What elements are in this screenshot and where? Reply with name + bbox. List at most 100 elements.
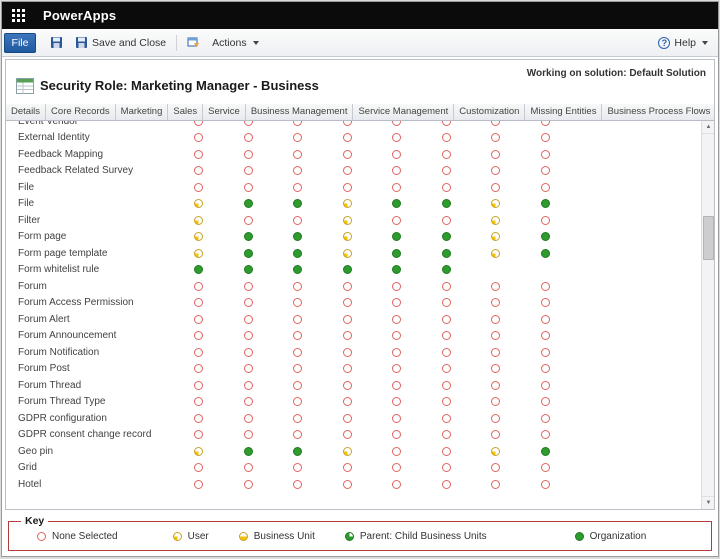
permission-circle-user[interactable] <box>342 215 352 225</box>
permission-circle-none[interactable] <box>441 298 451 308</box>
permission-circle-none[interactable] <box>491 430 501 440</box>
permission-circle-none[interactable] <box>293 133 303 143</box>
tab-service[interactable]: Service <box>203 104 246 120</box>
permission-circle-none[interactable] <box>194 479 204 489</box>
tab-details[interactable]: Details <box>6 104 47 120</box>
permission-circle-organization[interactable] <box>540 446 550 456</box>
permission-circle-none[interactable] <box>392 215 402 225</box>
permission-circle-none[interactable] <box>540 121 550 126</box>
permission-circle-none[interactable] <box>293 182 303 192</box>
permission-circle-none[interactable] <box>441 215 451 225</box>
permission-circle-none[interactable] <box>243 463 253 473</box>
permission-circle-none[interactable] <box>392 380 402 390</box>
permission-circle-none[interactable] <box>392 149 402 159</box>
tab-service-management[interactable]: Service Management <box>353 104 455 120</box>
permission-circle-none[interactable] <box>293 397 303 407</box>
permission-circle-none[interactable] <box>293 413 303 423</box>
permission-circle-none[interactable] <box>293 380 303 390</box>
tab-business-process-flows[interactable]: Business Process Flows <box>602 104 714 120</box>
permission-circle-none[interactable] <box>392 121 402 126</box>
permission-circle-none[interactable] <box>243 331 253 341</box>
permission-circle-none[interactable] <box>491 149 501 159</box>
file-button[interactable]: File <box>4 32 36 53</box>
permission-circle-none[interactable] <box>441 314 451 324</box>
permission-circle-none[interactable] <box>342 121 352 126</box>
permission-circle-none[interactable] <box>441 121 451 126</box>
permission-circle-none[interactable] <box>392 413 402 423</box>
permission-circle-none[interactable] <box>491 347 501 357</box>
permission-circle-none[interactable] <box>194 298 204 308</box>
permission-circle-none[interactable] <box>392 347 402 357</box>
permission-circle-none[interactable] <box>342 364 352 374</box>
permission-circle-none[interactable] <box>342 413 352 423</box>
permission-circle-none[interactable] <box>293 166 303 176</box>
permission-circle-none[interactable] <box>243 149 253 159</box>
permission-circle-none[interactable] <box>194 380 204 390</box>
permission-circle-none[interactable] <box>194 281 204 291</box>
permission-circle-user[interactable] <box>194 232 204 242</box>
permission-circle-none[interactable] <box>441 281 451 291</box>
permission-circle-none[interactable] <box>342 149 352 159</box>
permission-circle-none[interactable] <box>540 479 550 489</box>
permission-circle-none[interactable] <box>293 430 303 440</box>
permission-circle-user[interactable] <box>491 215 501 225</box>
permission-circle-none[interactable] <box>194 364 204 374</box>
permission-circle-none[interactable] <box>243 314 253 324</box>
tab-sales[interactable]: Sales <box>168 104 204 120</box>
permission-circle-none[interactable] <box>243 298 253 308</box>
permission-circle-none[interactable] <box>441 331 451 341</box>
permission-circle-none[interactable] <box>243 364 253 374</box>
scrollbar-thumb[interactable] <box>703 216 714 260</box>
permission-circle-none[interactable] <box>342 298 352 308</box>
permission-circle-organization[interactable] <box>441 265 451 275</box>
permission-circle-none[interactable] <box>243 380 253 390</box>
permission-circle-organization[interactable] <box>441 248 451 258</box>
permission-circle-none[interactable] <box>342 347 352 357</box>
permission-circle-none[interactable] <box>441 182 451 192</box>
permission-circle-none[interactable] <box>392 479 402 489</box>
permission-circle-none[interactable] <box>342 380 352 390</box>
permission-circle-none[interactable] <box>243 479 253 489</box>
permission-circle-organization[interactable] <box>392 248 402 258</box>
permission-circle-none[interactable] <box>194 430 204 440</box>
permission-circle-organization[interactable] <box>293 232 303 242</box>
permission-circle-none[interactable] <box>342 463 352 473</box>
permission-circle-none[interactable] <box>392 133 402 143</box>
permission-circle-organization[interactable] <box>293 199 303 209</box>
permission-circle-none[interactable] <box>540 298 550 308</box>
permission-circle-none[interactable] <box>392 166 402 176</box>
permission-circle-none[interactable] <box>342 281 352 291</box>
permission-circle-organization[interactable] <box>392 199 402 209</box>
permission-circle-none[interactable] <box>342 430 352 440</box>
permission-circle-organization[interactable] <box>342 265 352 275</box>
permission-circle-none[interactable] <box>293 364 303 374</box>
permission-circle-none[interactable] <box>441 463 451 473</box>
tab-business-management[interactable]: Business Management <box>246 104 354 120</box>
permission-circle-none[interactable] <box>540 149 550 159</box>
permission-circle-none[interactable] <box>194 314 204 324</box>
publish-button[interactable] <box>181 34 206 51</box>
permission-circle-organization[interactable] <box>194 265 204 275</box>
permission-circle-user[interactable] <box>342 446 352 456</box>
permission-circle-organization[interactable] <box>540 232 550 242</box>
permission-circle-none[interactable] <box>293 347 303 357</box>
permission-circle-organization[interactable] <box>243 265 253 275</box>
permission-circle-none[interactable] <box>243 133 253 143</box>
permission-circle-organization[interactable] <box>540 199 550 209</box>
permission-circle-none[interactable] <box>540 281 550 291</box>
permission-circle-none[interactable] <box>243 397 253 407</box>
permission-circle-none[interactable] <box>194 413 204 423</box>
permission-circle-none[interactable] <box>342 314 352 324</box>
help-button[interactable]: ? Help <box>658 36 708 49</box>
permission-circle-user[interactable] <box>491 248 501 258</box>
permission-circle-organization[interactable] <box>392 232 402 242</box>
tab-missing-entities[interactable]: Missing Entities <box>525 104 603 120</box>
permission-circle-none[interactable] <box>243 166 253 176</box>
permission-circle-none[interactable] <box>293 314 303 324</box>
permission-circle-none[interactable] <box>392 446 402 456</box>
permission-circle-none[interactable] <box>540 413 550 423</box>
permission-circle-none[interactable] <box>392 463 402 473</box>
permission-circle-none[interactable] <box>441 479 451 489</box>
permission-circle-none[interactable] <box>293 463 303 473</box>
scroll-down-button[interactable]: ▼ <box>702 496 714 509</box>
